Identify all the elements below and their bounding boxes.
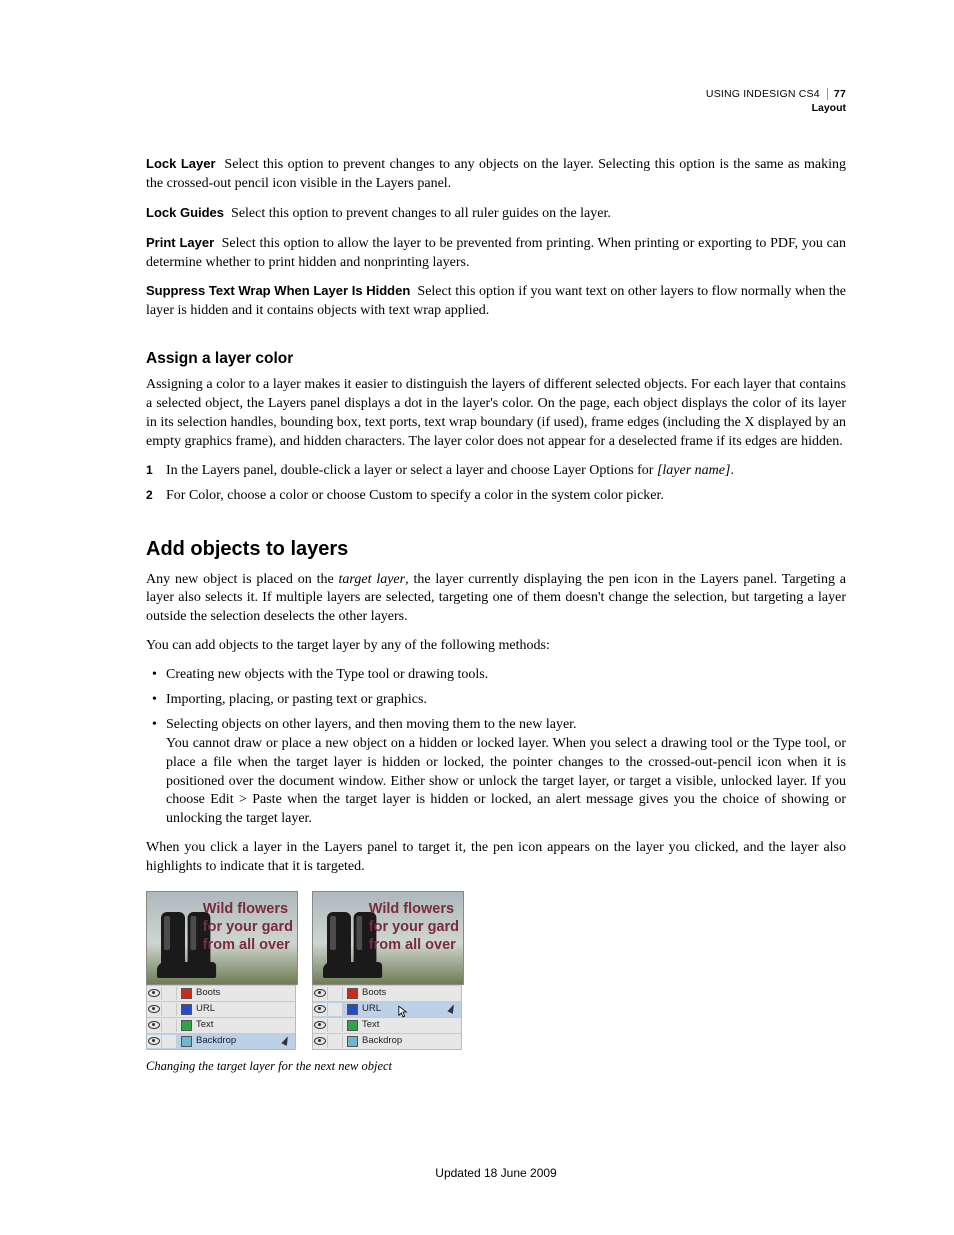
list-item: Importing, placing, or pasting text or g… xyxy=(146,691,846,710)
layer-color-swatch xyxy=(347,988,358,999)
definition-print-layer: Print Layer Select this option to allow … xyxy=(146,234,846,273)
layer-row: Backdrop xyxy=(147,1033,295,1049)
layer-color-swatch xyxy=(347,1020,358,1031)
step-2: 2 For Color, choose a color or choose Cu… xyxy=(146,487,846,506)
layer-name: Boots xyxy=(362,987,461,1000)
layer-name: URL xyxy=(362,1003,447,1016)
emph-target-layer: target layer xyxy=(339,572,406,587)
text: for your gard xyxy=(203,919,293,935)
list-item: Creating new objects with the Type tool … xyxy=(146,666,846,685)
term: Lock Guides xyxy=(146,205,224,220)
section-name: Layout xyxy=(706,102,846,116)
layer-color-swatch xyxy=(347,1004,358,1015)
text: for your gard xyxy=(369,919,459,935)
step-text-post: . xyxy=(730,463,734,478)
text: Wild flowers xyxy=(203,901,288,917)
layer-name: URL xyxy=(196,1003,295,1016)
lock-cell xyxy=(162,1003,177,1016)
visibility-icon xyxy=(147,1035,162,1048)
layer-row: Backdrop xyxy=(313,1033,461,1049)
add-para-2: You can add objects to the target layer … xyxy=(146,637,846,656)
pen-icon xyxy=(447,1004,457,1014)
assign-color-para: Assigning a color to a layer makes it ea… xyxy=(146,376,846,452)
step-number: 1 xyxy=(146,462,153,478)
add-para-1: Any new object is placed on the target l… xyxy=(146,571,846,628)
lock-cell xyxy=(328,1003,343,1016)
layer-color-swatch xyxy=(181,1036,192,1047)
layer-row: Text xyxy=(313,1017,461,1033)
text: from all over xyxy=(369,937,456,953)
term-desc: Select this option to prevent changes to… xyxy=(146,157,846,191)
layers-panel: Boots URL Text Backdrop xyxy=(146,985,296,1050)
step-text: For Color, choose a color or choose Cust… xyxy=(166,488,664,503)
visibility-icon xyxy=(313,1003,328,1016)
visibility-icon xyxy=(147,987,162,1000)
figure-caption: Changing the target layer for the next n… xyxy=(146,1058,846,1075)
definition-lock-guides: Lock Guides Select this option to preven… xyxy=(146,204,846,224)
running-header: USING INDESIGN CS4 77 Layout xyxy=(706,88,846,115)
page-number: 77 xyxy=(827,88,846,100)
add-methods-list: Creating new objects with the Type tool … xyxy=(146,666,846,829)
lock-cell xyxy=(328,987,343,1000)
text: Selecting objects on other layers, and t… xyxy=(166,717,577,732)
visibility-icon xyxy=(313,1035,328,1048)
heading-assign-color: Assign a layer color xyxy=(146,349,846,370)
lock-cell xyxy=(328,1019,343,1032)
heading-add-objects: Add objects to layers xyxy=(146,536,846,563)
assign-color-steps: 1 In the Layers panel, double-click a la… xyxy=(146,462,846,506)
layers-panel: Boots URL Text Backdrop xyxy=(312,985,462,1050)
figure-left: Wild flowers for your gard from all over… xyxy=(146,891,296,1050)
layer-row: URL xyxy=(147,1001,295,1017)
preview-headline: Wild flowers for your gard from all over xyxy=(369,900,459,954)
step-number: 2 xyxy=(146,487,153,503)
lock-cell xyxy=(162,1019,177,1032)
term-desc: Select this option to prevent changes to… xyxy=(231,206,611,221)
term: Suppress Text Wrap When Layer Is Hidden xyxy=(146,283,410,298)
preview-window: Wild flowers for your gard from all over xyxy=(146,891,298,985)
text: Any new object is placed on the xyxy=(146,572,339,587)
lock-cell xyxy=(162,1035,177,1048)
step-text: In the Layers panel, double-click a laye… xyxy=(166,463,657,478)
layer-row: Boots xyxy=(313,985,461,1001)
layer-color-swatch xyxy=(347,1036,358,1047)
visibility-icon xyxy=(313,1019,328,1032)
lock-cell xyxy=(328,1035,343,1048)
pen-icon xyxy=(281,1036,291,1046)
figure-right: Wild flowers for your gard from all over… xyxy=(312,891,462,1050)
boot-graphic xyxy=(161,912,185,978)
visibility-icon xyxy=(147,1003,162,1016)
visibility-icon xyxy=(147,1019,162,1032)
term: Lock Layer xyxy=(146,156,216,171)
footer-updated: Updated 18 June 2009 xyxy=(146,1165,846,1181)
definition-suppress-wrap: Suppress Text Wrap When Layer Is Hidden … xyxy=(146,282,846,321)
preview-window: Wild flowers for your gard from all over xyxy=(312,891,464,985)
text: from all over xyxy=(203,937,290,953)
definition-lock-layer: Lock Layer Select this option to prevent… xyxy=(146,155,846,194)
step-1: 1 In the Layers panel, double-click a la… xyxy=(146,462,846,481)
layer-row: Boots xyxy=(147,985,295,1001)
visibility-icon xyxy=(313,987,328,1000)
layer-name: Text xyxy=(362,1019,461,1032)
term-desc: Select this option to allow the layer to… xyxy=(146,236,846,270)
boot-graphic xyxy=(327,912,351,978)
layer-color-swatch xyxy=(181,1004,192,1015)
text: Wild flowers xyxy=(369,901,454,917)
lock-cell xyxy=(162,987,177,1000)
layer-row: URL xyxy=(313,1001,461,1017)
step-emph: [layer name] xyxy=(657,463,731,478)
layer-name: Backdrop xyxy=(362,1035,461,1048)
layer-color-swatch xyxy=(181,988,192,999)
note-hidden-locked: You cannot draw or place a new object on… xyxy=(166,735,846,829)
preview-headline: Wild flowers for your gard from all over xyxy=(203,900,293,954)
add-para-3: When you click a layer in the Layers pan… xyxy=(146,839,846,877)
doc-title: USING INDESIGN CS4 xyxy=(706,88,820,100)
layer-name: Boots xyxy=(196,987,295,1000)
layer-row: Text xyxy=(147,1017,295,1033)
list-item: Selecting objects on other layers, and t… xyxy=(146,716,846,829)
layer-name: Text xyxy=(196,1019,295,1032)
figure-target-layer: Wild flowers for your gard from all over… xyxy=(146,891,846,1075)
layer-name: Backdrop xyxy=(196,1035,281,1048)
term: Print Layer xyxy=(146,235,214,250)
layer-color-swatch xyxy=(181,1020,192,1031)
